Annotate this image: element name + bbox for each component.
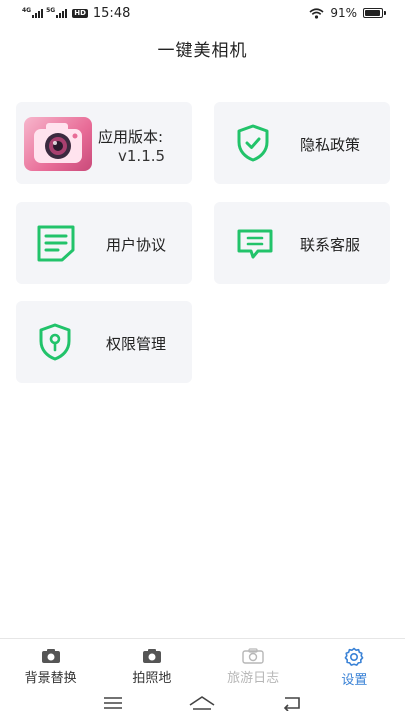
permissions-card[interactable]: 权限管理 [16,301,192,383]
net-label-5g: 5G [46,7,56,14]
signal-4g: 4G [22,7,44,18]
menu-icon[interactable] [103,696,123,710]
battery-fill [365,10,380,16]
status-left: 4G 5G HD 15:48 [22,6,130,21]
camera-logo-icon [34,123,82,163]
version-value: v1.1.5 [118,147,166,165]
user-agreement-label: 用户协议 [106,236,167,254]
user-agreement-card[interactable]: 用户协议 [16,202,192,284]
camera-icon [142,648,162,664]
privacy-policy-card[interactable]: 隐私政策 [214,102,390,184]
back-icon[interactable] [281,695,303,711]
tab-label: 旅游日志 [227,671,280,686]
document-icon [37,225,75,262]
contact-service-card[interactable]: 联系客服 [214,202,390,284]
home-icon[interactable] [188,695,216,711]
signal-5g: 5G [46,7,68,18]
tab-photo-spot[interactable]: 拍照地 [101,639,202,686]
chat-message-icon [237,229,273,259]
bottom-tab-bar: 背景替换 拍照地 旅游日志 设置 [0,638,405,688]
version-card: 应用版本: v1.1.5 [16,102,192,184]
status-time: 15:48 [92,5,131,21]
signal-bars-icon [32,8,44,18]
status-right: 91% [309,6,386,20]
gear-icon [344,647,364,666]
version-label: 应用版本: [98,128,164,146]
status-bar: 4G 5G HD 15:48 91% [0,0,405,26]
app-logo [24,117,92,171]
camera-icon [41,648,61,664]
signal-bars-icon [56,8,68,18]
shield-lock-icon [39,323,71,361]
wifi-icon [309,7,324,19]
tab-label: 拍照地 [132,671,172,686]
contact-service-label: 联系客服 [300,236,361,254]
tab-background-replace[interactable]: 背景替换 [0,639,101,686]
system-nav-bar [0,686,405,720]
camera-outline-icon [242,648,264,664]
privacy-policy-label: 隐私政策 [300,136,361,154]
permissions-label: 权限管理 [106,335,167,353]
net-label-4g: 4G [22,7,32,14]
tab-travel-log[interactable]: 旅游日志 [203,639,304,686]
page-title: 一键美相机 [157,41,248,61]
tab-label: 背景替换 [24,671,77,686]
battery-percent: 91% [330,6,357,20]
hd-badge: HD [72,8,88,18]
shield-check-icon [237,124,269,162]
battery-icon [363,8,386,18]
tab-settings[interactable]: 设置 [304,639,405,688]
